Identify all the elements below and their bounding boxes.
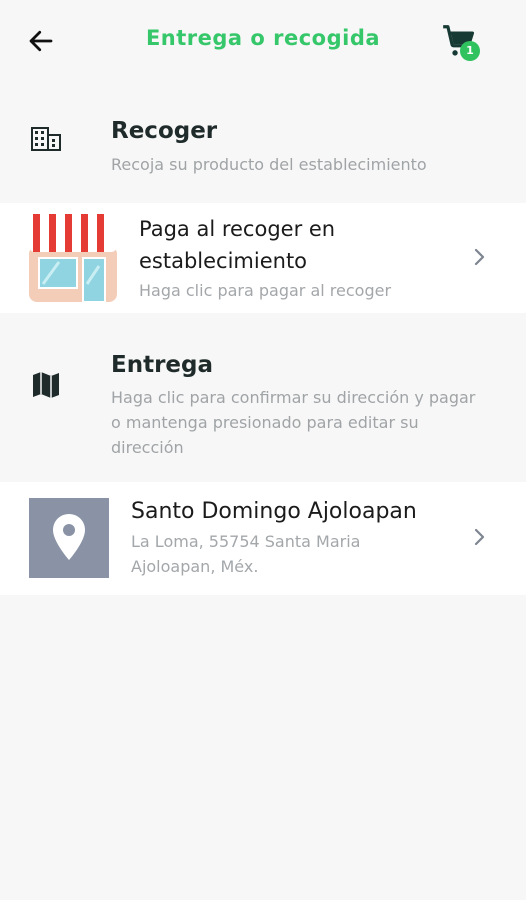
pickup-title: Recoger <box>111 118 218 144</box>
pickup-subtitle: Recoja su producto del establecimiento <box>111 155 427 174</box>
pay-on-pickup-subtitle: Haga clic para pagar al recoger <box>139 281 392 300</box>
pay-on-pickup-title-line1: Paga al recoger en <box>139 217 336 241</box>
location-pin-icon <box>53 514 85 560</box>
pay-on-pickup-title-line2: establecimiento <box>139 249 308 273</box>
map-icon <box>33 372 59 398</box>
delivery-section: Entrega Haga clic para confirmar su dire… <box>0 340 526 470</box>
address-line1: La Loma, 55754 Santa Maria <box>131 532 361 551</box>
cart-count-badge: 1 <box>460 41 480 61</box>
delivery-subtitle-line1: Haga clic para confirmar su dirección y … <box>111 388 476 407</box>
pickup-section: Recoger Recoja su producto del estableci… <box>0 108 526 200</box>
building-icon <box>31 127 61 151</box>
delivery-subtitle-line2: o mantenga presionado para editar su <box>111 413 419 432</box>
delivery-subtitle-line3: dirección <box>111 438 184 457</box>
location-tile <box>29 498 109 578</box>
chevron-right-icon <box>474 248 485 266</box>
delivery-address-option[interactable]: Santo Domingo Ajoloapan La Loma, 55754 S… <box>0 482 526 595</box>
delivery-title: Entrega <box>111 352 214 378</box>
app-header: Entrega o recogida 1 <box>0 0 526 82</box>
pay-on-pickup-option[interactable]: Paga al recoger en establecimiento Haga … <box>0 203 526 313</box>
cart-button[interactable]: 1 <box>440 22 484 62</box>
address-line2: Ajoloapan, Méx. <box>131 557 259 576</box>
storefront-icon <box>29 214 117 302</box>
chevron-right-icon <box>474 528 485 546</box>
address-name: Santo Domingo Ajoloapan <box>131 499 417 524</box>
